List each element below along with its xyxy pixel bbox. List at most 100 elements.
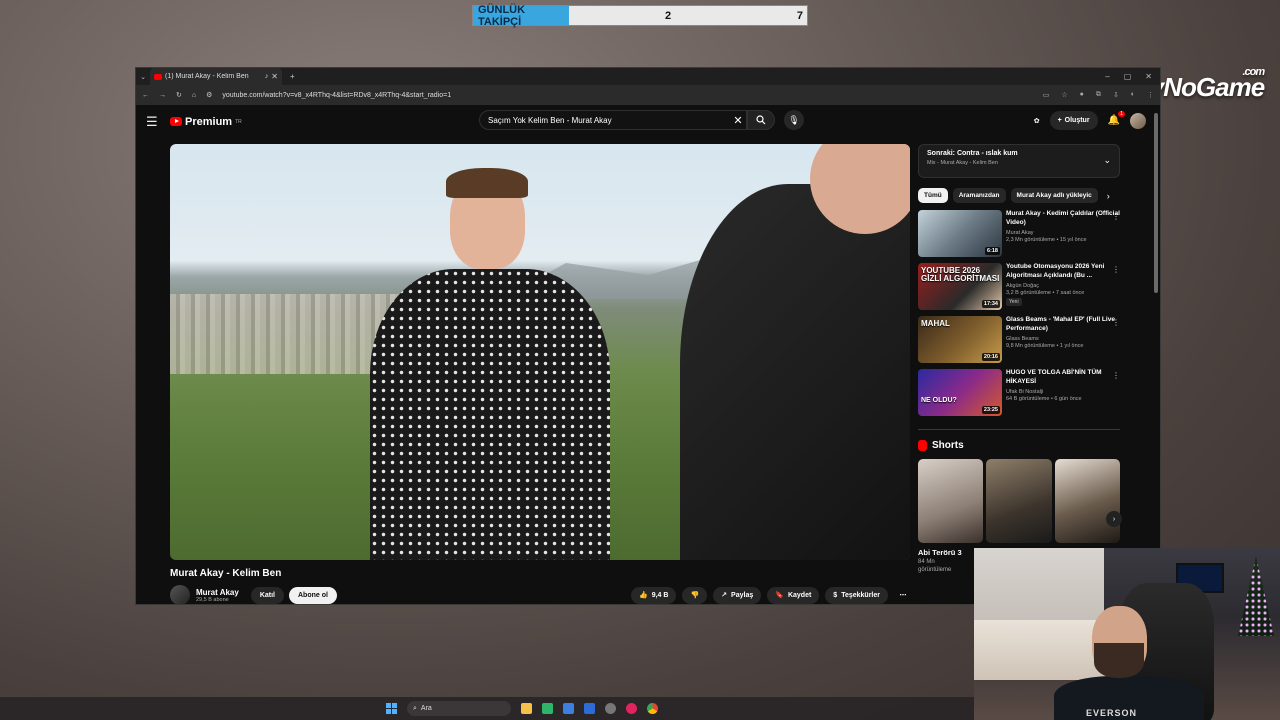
recommendation-title[interactable]: Murat Akay - Kedimi Çaldılar (Official V… bbox=[1006, 210, 1120, 228]
taskbar-center: ⌕ Ara bbox=[386, 701, 658, 716]
share-button[interactable]: ↗ Paylaş bbox=[713, 586, 762, 604]
short-views: 84 Mn görüntüleme bbox=[918, 559, 952, 573]
thanks-button[interactable]: $ Teşekkürler bbox=[825, 586, 888, 604]
recommendation-channel[interactable]: Murat Akay bbox=[1006, 230, 1120, 236]
short-thumbnail[interactable] bbox=[918, 459, 984, 543]
taskbar-search[interactable]: ⌕ Ara bbox=[407, 701, 511, 716]
join-button[interactable]: Katıl bbox=[250, 586, 284, 604]
up-next-panel[interactable]: Sonraki: Contra - ıslak kum Mix - Murat … bbox=[918, 144, 1120, 178]
thumbnail-caption: NE OLDU? bbox=[921, 397, 957, 404]
app-icon-green[interactable] bbox=[542, 703, 553, 714]
extension-icon[interactable]: ● bbox=[1080, 91, 1084, 99]
like-button[interactable]: 👍 9,4 B bbox=[631, 586, 677, 604]
notifications-button[interactable]: 🔔 1 bbox=[1108, 111, 1125, 126]
recommendation-item[interactable]: 6:18 Murat Akay - Kedimi Çaldılar (Offic… bbox=[918, 210, 1120, 260]
maximize-icon[interactable]: ▢ bbox=[1124, 72, 1132, 81]
video-thumbnail[interactable]: MAHAL 20:16 bbox=[918, 316, 1002, 363]
windows-taskbar: ⌕ Ara bbox=[0, 697, 974, 720]
shorts-header: Shorts bbox=[918, 440, 1120, 451]
short-thumbnail[interactable] bbox=[986, 459, 1052, 543]
video-thumbnail[interactable]: NE OLDU? 23:25 bbox=[918, 369, 1002, 416]
address-icons: ▭ ☆ ● ⧉ ⇩ ◐ ⋮ bbox=[1043, 91, 1154, 99]
more-options-icon[interactable]: ⋮ bbox=[1112, 318, 1120, 327]
youtube-logo[interactable]: Premium TR bbox=[170, 116, 242, 128]
app-icon-obs[interactable] bbox=[605, 703, 616, 714]
tab-search-icon[interactable]: ⌄ bbox=[136, 73, 150, 81]
new-tab-icon[interactable]: + bbox=[290, 72, 295, 81]
recommendation-item[interactable]: NE OLDU? 23:25 HUGO VE TOLGA ABİ'NİN TÜM… bbox=[918, 369, 1120, 419]
recommendation-title[interactable]: HUGO VE TOLGA ABİ'NİN TÜM HİKAYESİ bbox=[1006, 369, 1120, 387]
recommendation-item[interactable]: YOUTUBE 2026 GİZLİ ALGORİTMASI 17:34 You… bbox=[918, 263, 1120, 313]
recommendation-channel[interactable]: Akgün Doğaç bbox=[1006, 283, 1120, 289]
save-button[interactable]: 🔖 Kaydet bbox=[767, 586, 820, 604]
shorts-next-icon[interactable]: › bbox=[1106, 511, 1122, 527]
recommendation-channel[interactable]: Glass Beams bbox=[1006, 336, 1120, 342]
shorts-icon bbox=[918, 440, 927, 451]
video-thumbnail[interactable]: YOUTUBE 2026 GİZLİ ALGORİTMASI 17:34 bbox=[918, 263, 1002, 310]
video-frame-person-hair bbox=[446, 168, 528, 198]
chip-all[interactable]: Tümü bbox=[918, 188, 948, 203]
recommendation-title[interactable]: Glass Beams - 'Mahal EP' (Full Live Perf… bbox=[1006, 316, 1120, 334]
tab-close-icon[interactable]: ✕ bbox=[271, 72, 278, 81]
browser-window: ⌄ (1) Murat Akay - Kelim Ben ♪ ✕ + – ▢ ✕… bbox=[135, 67, 1161, 605]
url-field[interactable]: youtube.com/watch?v=v8_x4RThq-4&list=RDv… bbox=[222, 92, 1032, 99]
recommendation-info: Murat Akay - Kedimi Çaldılar (Official V… bbox=[1006, 210, 1120, 260]
forward-icon[interactable]: → bbox=[159, 92, 166, 99]
channel-name[interactable]: Murat Akay bbox=[196, 588, 239, 597]
recommendation-item[interactable]: MAHAL 20:16 Glass Beams - 'Mahal EP' (Fu… bbox=[918, 316, 1120, 366]
windows-start-icon[interactable] bbox=[386, 703, 397, 714]
secondary-column: Sonraki: Contra - ıslak kum Mix - Murat … bbox=[918, 144, 1122, 574]
channel-row: Murat Akay 29,5 B abone Katıl Abone ol 👍… bbox=[170, 584, 912, 604]
chevron-down-icon[interactable]: ⌄ bbox=[1103, 155, 1111, 166]
more-options-icon[interactable]: ⋮ bbox=[1112, 265, 1120, 274]
video-player[interactable] bbox=[170, 144, 910, 560]
account-avatar[interactable] bbox=[1130, 112, 1146, 129]
channel-avatar[interactable] bbox=[170, 585, 190, 604]
create-button[interactable]: + Oluştur bbox=[1049, 111, 1098, 130]
recommendation-title[interactable]: Youtube Otomasyonu 2026 Yeni Algoritması… bbox=[1006, 263, 1120, 281]
downloads-icon[interactable]: ⇩ bbox=[1113, 91, 1119, 99]
search-input[interactable]: Saçım Yok Kelim Ben - Murat Akay ✕ bbox=[479, 110, 747, 130]
shorts-heading: Shorts bbox=[932, 440, 964, 451]
bookmark-star-icon[interactable]: ☆ bbox=[1061, 91, 1067, 99]
chrome-icon[interactable] bbox=[647, 703, 658, 714]
profile-icon[interactable]: ◐ bbox=[1131, 91, 1135, 99]
short-thumbnail[interactable] bbox=[1054, 459, 1120, 543]
app-icon-red[interactable] bbox=[626, 703, 637, 714]
page-scrollbar[interactable] bbox=[1154, 113, 1158, 293]
back-icon[interactable]: ← bbox=[142, 92, 149, 99]
recommendation-channel[interactable]: Ufak Bi Nostalji bbox=[1006, 389, 1120, 395]
follower-current: 2 bbox=[664, 9, 672, 22]
extension-gear-icon[interactable]: ✿ bbox=[1034, 117, 1040, 125]
browser-menu-icon[interactable]: ⋮ bbox=[1147, 91, 1154, 99]
video-thumbnail[interactable]: 6:18 bbox=[918, 210, 1002, 257]
file-explorer-icon[interactable] bbox=[521, 703, 532, 714]
reload-icon[interactable]: ↻ bbox=[176, 91, 182, 99]
chip-from-search[interactable]: Aramanızdan bbox=[952, 188, 1006, 203]
subscribe-button[interactable]: Abone ol bbox=[289, 586, 337, 604]
menu-icon[interactable]: ☰ bbox=[146, 114, 170, 130]
tab-youtube[interactable]: (1) Murat Akay - Kelim Ben ♪ ✕ bbox=[150, 68, 282, 85]
chips-next-icon[interactable]: › bbox=[1107, 191, 1110, 201]
voice-search-button[interactable]: 🎙 bbox=[784, 110, 804, 130]
chip-from-uploader[interactable]: Murat Akay adlı yükleyic bbox=[1010, 188, 1098, 203]
minimize-icon[interactable]: – bbox=[1105, 72, 1109, 81]
cast-icon[interactable]: ▭ bbox=[1043, 91, 1050, 99]
more-options-icon[interactable]: ⋮ bbox=[1112, 371, 1120, 380]
clear-search-icon[interactable]: ✕ bbox=[730, 114, 746, 127]
more-options-icon[interactable]: ⋮ bbox=[1112, 212, 1120, 221]
create-label: Oluştur bbox=[1064, 117, 1090, 124]
app-icon-store[interactable] bbox=[584, 703, 595, 714]
app-icon-blue[interactable] bbox=[563, 703, 574, 714]
site-info-icon[interactable]: ⚙ bbox=[206, 91, 212, 99]
close-window-icon[interactable]: ✕ bbox=[1145, 72, 1152, 81]
dislike-button[interactable]: 👎 bbox=[682, 586, 708, 604]
video-frame-person-body bbox=[370, 269, 610, 560]
search-button[interactable] bbox=[747, 110, 775, 130]
extensions-puzzle-icon[interactable]: ⧉ bbox=[1096, 91, 1101, 99]
address-bar: ← → ↻ ⌂ ⚙ youtube.com/watch?v=v8_x4RThq-… bbox=[136, 85, 1160, 105]
audio-icon[interactable]: ♪ bbox=[265, 73, 269, 80]
home-icon[interactable]: ⌂ bbox=[192, 92, 196, 99]
search-icon bbox=[756, 115, 766, 125]
more-actions-icon[interactable]: ⋯ bbox=[894, 587, 912, 604]
